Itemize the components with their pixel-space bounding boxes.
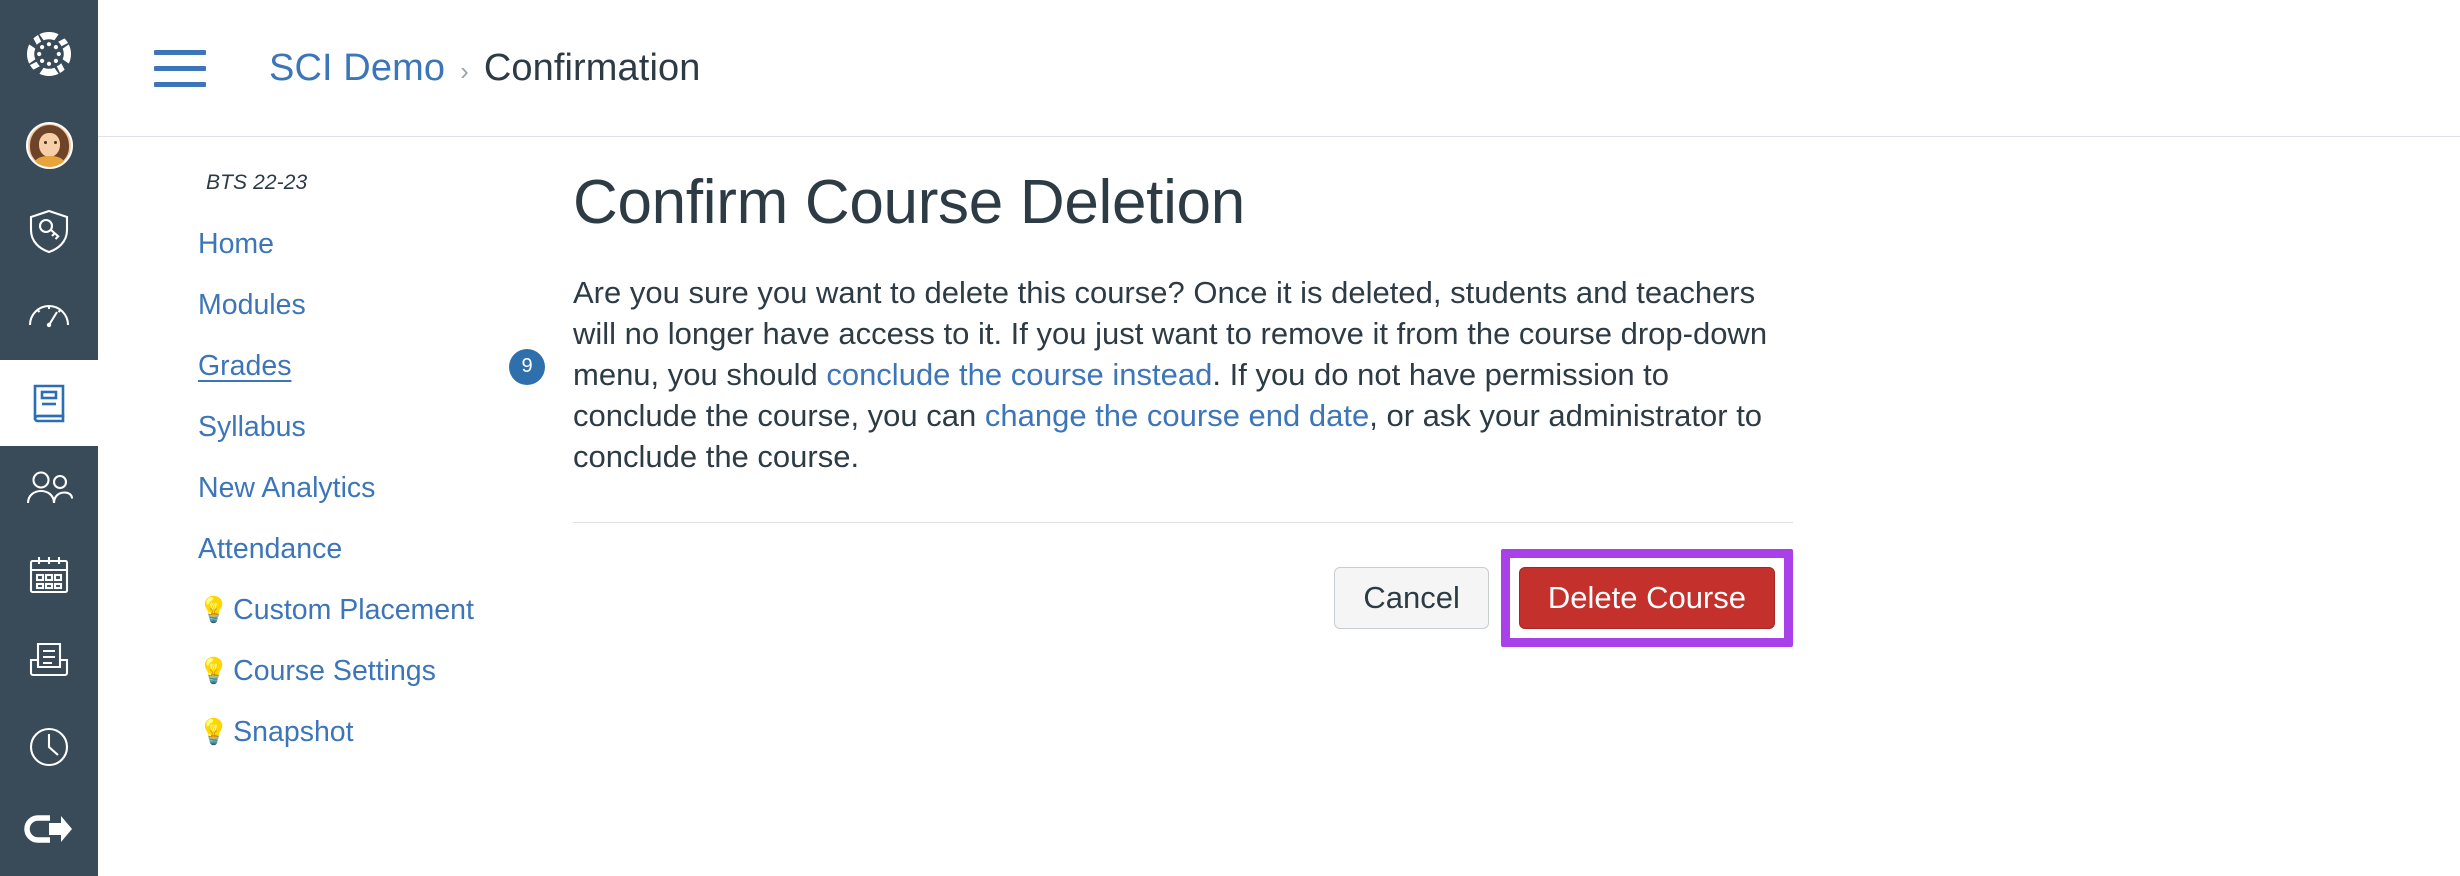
shield-key-icon[interactable]: [0, 188, 98, 274]
breadcrumb-separator-icon: ›: [460, 55, 469, 86]
course-nav-item-custom-placement[interactable]: 💡 Custom Placement: [98, 587, 573, 634]
course-term-label: BTS 22-23: [206, 171, 308, 194]
book-icon[interactable]: [0, 360, 98, 446]
lightbulb-icon: 💡: [198, 657, 230, 685]
course-nav-item-attendance[interactable]: Attendance: [98, 526, 573, 573]
hamburger-menu-icon[interactable]: [154, 44, 216, 92]
speedometer-icon[interactable]: [0, 274, 98, 360]
course-nav-label: New Analytics: [198, 472, 376, 504]
course-nav-item-home[interactable]: Home: [98, 221, 573, 268]
course-nav-item-course-settings[interactable]: 💡 Course Settings: [98, 648, 573, 695]
inbox-tray-icon[interactable]: [0, 618, 98, 704]
main-content: Confirm Course Deletion Are you sure you…: [573, 137, 2460, 876]
hamburger-bar-3: [154, 81, 206, 87]
breadcrumb-header: SCI Demo › Confirmation: [98, 0, 2460, 137]
content-area: BTS 22-23 Home Modules Grades 9 Syllabus…: [98, 137, 2460, 876]
course-nav-item-syllabus[interactable]: Syllabus: [98, 404, 573, 451]
course-nav-item-modules[interactable]: Modules: [98, 282, 573, 329]
page-body: SCI Demo › Confirmation BTS 22-23 Home M…: [98, 0, 2460, 876]
hamburger-bar-2: [154, 65, 206, 71]
course-nav-label: Custom Placement: [233, 594, 474, 626]
course-nav-label: Attendance: [198, 533, 343, 565]
delete-course-button[interactable]: Delete Course: [1518, 566, 1775, 629]
calendar-icon[interactable]: [0, 532, 98, 618]
global-navigation-sidebar: [0, 0, 98, 876]
hamburger-bar-1: [154, 49, 206, 55]
grades-badge: 9: [509, 348, 545, 385]
change-end-date-link[interactable]: change the course end date: [985, 398, 1369, 433]
confirmation-message: Are you sure you want to delete this cou…: [573, 273, 1793, 478]
people-icon[interactable]: [0, 446, 98, 532]
canvas-page: SCI Demo › Confirmation BTS 22-23 Home M…: [0, 0, 2460, 876]
action-buttons: Cancel Delete Course: [573, 548, 1793, 647]
logout-arrow-icon[interactable]: [0, 790, 98, 876]
lightbulb-icon: 💡: [198, 596, 230, 624]
course-nav-label: Grades: [198, 350, 292, 382]
course-nav-label: Snapshot: [233, 716, 354, 748]
breadcrumb-course-link[interactable]: SCI Demo: [269, 47, 445, 90]
breadcrumb-current-page: Confirmation: [483, 46, 701, 89]
course-nav-item-grades[interactable]: Grades 9: [98, 343, 573, 390]
lightbulb-icon: 💡: [198, 718, 230, 746]
breadcrumb: SCI Demo › Confirmation: [269, 47, 700, 90]
course-nav-label: Course Settings: [233, 655, 436, 687]
course-nav-item-new-analytics[interactable]: New Analytics: [98, 465, 573, 512]
cancel-button[interactable]: Cancel: [1334, 566, 1489, 629]
course-navigation: BTS 22-23 Home Modules Grades 9 Syllabus…: [98, 137, 573, 876]
canvas-logo-icon[interactable]: [0, 6, 98, 102]
page-title: Confirm Course Deletion: [573, 168, 1245, 237]
avatar-icon[interactable]: [0, 102, 98, 188]
conclude-course-link[interactable]: conclude the course instead: [826, 357, 1212, 392]
content-divider: [573, 521, 1793, 523]
course-nav-label: Modules: [198, 289, 306, 321]
avatar: [25, 121, 73, 169]
clock-icon[interactable]: [0, 704, 98, 790]
course-nav-label: Syllabus: [198, 411, 306, 443]
delete-button-highlight: Delete Course: [1500, 548, 1793, 647]
course-nav-item-snapshot[interactable]: 💡 Snapshot: [98, 709, 573, 756]
course-nav-label: Home: [198, 228, 275, 260]
